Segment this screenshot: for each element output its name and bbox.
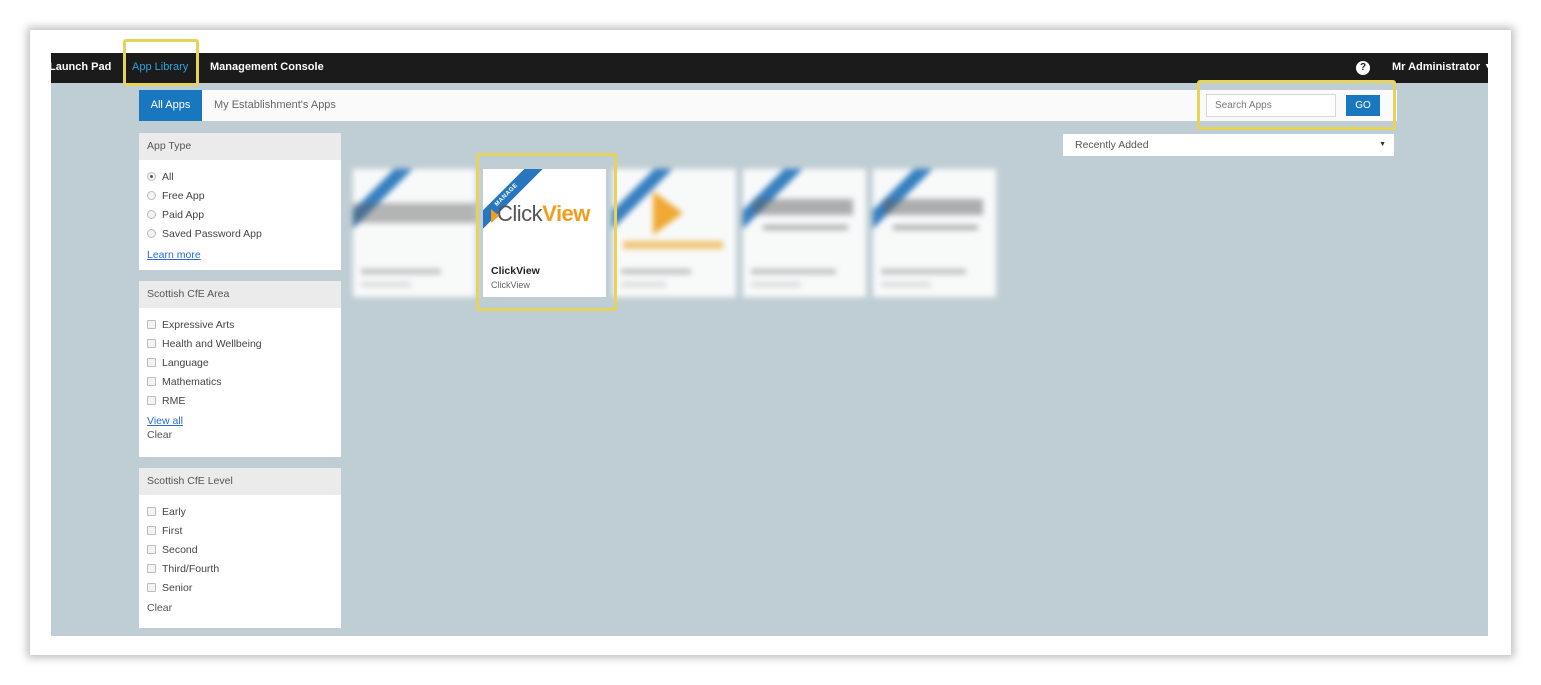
checkbox-language[interactable]: Language (147, 354, 333, 373)
blurred-logo-shape (353, 203, 476, 223)
blurred-logo-shape (763, 225, 848, 230)
checkbox-second[interactable]: Second (147, 541, 333, 560)
app-container: Launch Pad App Library Management Consol… (51, 53, 1488, 636)
search-input[interactable] (1206, 94, 1336, 117)
clear-cfe-area-link[interactable]: Clear (147, 429, 333, 441)
view-all-link[interactable]: View all (147, 415, 333, 427)
blurred-publisher (361, 282, 411, 287)
tab-all-apps[interactable]: All Apps (139, 90, 202, 121)
clear-cfe-level-link[interactable]: Clear (147, 602, 333, 614)
blurred-logo-shape (883, 199, 983, 215)
checkbox-icon (147, 320, 156, 329)
nav-app-library[interactable]: App Library (132, 53, 188, 83)
blurred-name (361, 269, 441, 274)
caret-down-icon: ▼ (1484, 63, 1488, 71)
app-publisher: ClickView (491, 280, 530, 290)
learn-more-link[interactable]: Learn more (147, 249, 333, 261)
go-button[interactable]: GO (1346, 95, 1380, 116)
top-nav: Launch Pad App Library Management Consol… (51, 53, 1488, 83)
user-menu[interactable]: Mr Administrator ▼ (1392, 53, 1488, 83)
blurred-name (881, 269, 966, 274)
checkbox-icon (147, 358, 156, 367)
chevron-down-icon: ▼ (1379, 141, 1386, 148)
app-tile-blurred[interactable] (613, 169, 736, 297)
checkbox-icon (147, 526, 156, 535)
tab-my-establishment-apps[interactable]: My Establishment's Apps (202, 90, 348, 121)
blurred-publisher (881, 282, 931, 287)
checkbox-icon (147, 339, 156, 348)
nav-launch-pad[interactable]: Launch Pad (51, 53, 111, 83)
app-name: ClickView (491, 265, 540, 277)
app-tile-clickview[interactable]: MANAGE ClickView ClickView ClickView (483, 169, 606, 297)
radio-selected-icon (147, 172, 156, 181)
nav-management-console[interactable]: Management Console (210, 53, 324, 83)
checkbox-icon (147, 507, 156, 516)
checkbox-icon (147, 583, 156, 592)
checkbox-icon (147, 545, 156, 554)
sort-select[interactable]: Recently Added ▼ (1063, 134, 1394, 156)
sort-selected-value: Recently Added (1075, 139, 1149, 151)
clickview-logo: ClickView (497, 201, 590, 226)
blurred-name (751, 269, 836, 274)
checkbox-senior[interactable]: Senior (147, 579, 333, 598)
checkbox-icon (147, 377, 156, 386)
checkbox-rme[interactable]: RME (147, 392, 333, 411)
filter-app-type-title: App Type (139, 133, 341, 160)
user-name: Mr Administrator (1392, 61, 1481, 73)
app-tile-blurred[interactable] (743, 169, 866, 297)
help-icon[interactable]: ? (1356, 61, 1370, 75)
blurred-play-icon (653, 191, 683, 235)
blurred-publisher (751, 282, 801, 287)
radio-icon (147, 229, 156, 238)
checkbox-third-fourth[interactable]: Third/Fourth (147, 560, 333, 579)
radio-option-free-app[interactable]: Free App (147, 187, 333, 206)
filter-cfe-level: Scottish CfE Level Early First Second Th… (139, 468, 341, 628)
filter-cfe-area: Scottish CfE Area Expressive Arts Health… (139, 281, 341, 457)
blurred-name (621, 269, 691, 274)
radio-option-all[interactable]: All (147, 168, 333, 187)
radio-icon (147, 210, 156, 219)
radio-icon (147, 191, 156, 200)
filter-app-type: App Type All Free App Paid App Saved Pas… (139, 133, 341, 270)
filter-cfe-area-title: Scottish CfE Area (139, 281, 341, 308)
checkbox-expressive-arts[interactable]: Expressive Arts (147, 316, 333, 335)
blurred-logo-shape (623, 241, 723, 249)
radio-option-saved-password-app[interactable]: Saved Password App (147, 225, 333, 244)
checkbox-mathematics[interactable]: Mathematics (147, 373, 333, 392)
app-tile-blurred[interactable] (353, 169, 476, 297)
app-tile-blurred[interactable] (873, 169, 996, 297)
blurred-logo-shape (893, 225, 978, 230)
checkbox-health-wellbeing[interactable]: Health and Wellbeing (147, 335, 333, 354)
checkbox-early[interactable]: Early (147, 503, 333, 522)
blurred-publisher (621, 282, 666, 287)
tabs-bar: All Apps My Establishment's Apps GO (139, 90, 1397, 121)
radio-option-paid-app[interactable]: Paid App (147, 206, 333, 225)
checkbox-icon (147, 564, 156, 573)
filter-cfe-level-title: Scottish CfE Level (139, 468, 341, 495)
blurred-logo-shape (753, 199, 853, 215)
checkbox-icon (147, 396, 156, 405)
checkbox-first[interactable]: First (147, 522, 333, 541)
